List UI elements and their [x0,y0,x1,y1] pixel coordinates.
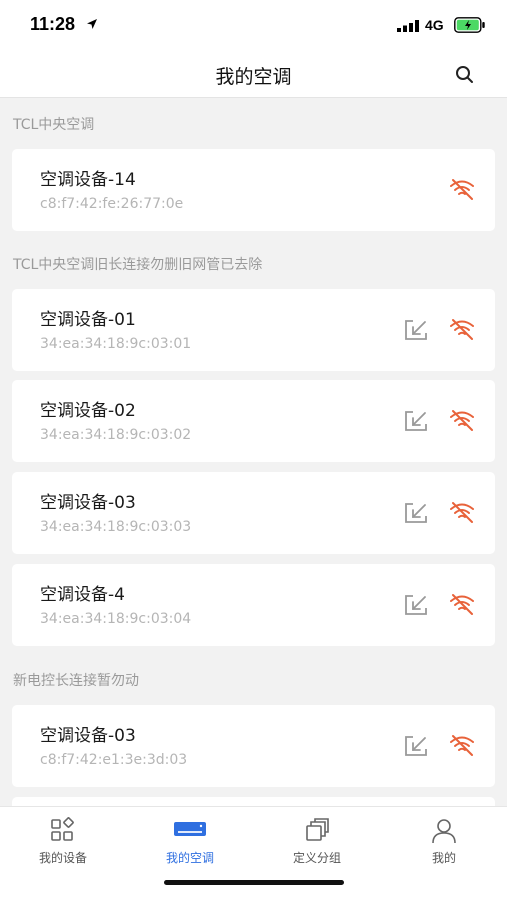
wifi-offline-icon [450,502,474,523]
tab-profile[interactable]: 我的 [381,807,507,871]
tab-my-ac[interactable]: 我的空调 [127,807,253,871]
device-card[interactable]: 空调设备-03 c8:f7:42:e1:3e:3d:03 [12,705,495,787]
page-title: 我的空调 [215,66,292,88]
battery-charging-icon [454,17,485,33]
profile-icon [432,819,456,844]
device-mac: 34:ea:34:18:9c:03:02 [40,427,192,443]
network-type: 4G [425,17,444,33]
tab-label: 我的空调 [165,851,214,865]
device-card[interactable]: 空调设备-14 c8:f7:42:fe:26:77:0e [12,149,495,231]
section-header: TCL中央空调 [13,117,95,133]
tab-label: 我的设备 [38,851,87,865]
device-mac: c8:f7:42:fe:26:77:0e [40,196,184,212]
device-mac: 34:ea:34:18:9c:03:03 [40,519,192,535]
wifi-offline-icon [450,179,474,200]
enter-arrow-icon[interactable] [404,410,428,432]
signal-icon [397,20,419,32]
tab-bar: 我的设备 我的空调 定义分组 我的 [0,806,507,900]
enter-arrow-icon[interactable] [404,502,428,524]
devices-grid-icon [51,817,74,841]
device-name: 空调设备-03 [40,726,136,746]
device-card[interactable]: 空调设备-01 34:ea:34:18:9c:03:01 [12,289,495,371]
group-stack-icon [306,818,329,841]
wifi-offline-icon [450,594,474,615]
section-header: TCL中央空调旧长连接勿删旧网管已去除 [13,257,263,273]
device-mac: 34:ea:34:18:9c:03:04 [40,611,192,627]
device-card[interactable] [12,797,495,806]
device-name: 空调设备-4 [40,585,125,605]
device-card[interactable]: 空调设备-03 34:ea:34:18:9c:03:03 [12,472,495,554]
enter-arrow-icon[interactable] [404,594,428,616]
status-bar: 11:28 4G [0,0,507,50]
search-icon [456,66,473,83]
location-arrow-icon [87,19,97,29]
tab-label: 定义分组 [292,851,341,865]
status-time: 11:28 [30,14,76,34]
wifi-offline-icon [450,735,474,756]
air-conditioner-icon [174,822,206,836]
device-mac: c8:f7:42:e1:3e:3d:03 [40,752,188,768]
device-card[interactable]: 空调设备-4 34:ea:34:18:9c:03:04 [12,564,495,646]
tab-label: 我的 [431,851,456,865]
tab-my-devices[interactable]: 我的设备 [0,807,126,871]
section-header: 新电控长连接暂勿动 [13,673,139,689]
nav-bar: 我的空调 [0,50,507,98]
tab-define-group[interactable]: 定义分组 [254,807,380,871]
home-indicator [164,880,344,885]
enter-arrow-icon[interactable] [404,735,428,757]
wifi-offline-icon [450,410,474,431]
device-name: 空调设备-03 [40,493,136,513]
wifi-offline-icon [450,319,474,340]
device-card[interactable]: 空调设备-02 34:ea:34:18:9c:03:02 [12,380,495,462]
device-name: 空调设备-14 [40,170,136,190]
device-name: 空调设备-01 [40,310,136,330]
device-name: 空调设备-02 [40,401,136,421]
enter-arrow-icon[interactable] [404,319,428,341]
device-mac: 34:ea:34:18:9c:03:01 [40,336,192,352]
search-button[interactable] [452,62,478,88]
device-list[interactable]: TCL中央空调 空调设备-14 c8:f7:42:fe:26:77:0e TCL… [0,99,507,806]
